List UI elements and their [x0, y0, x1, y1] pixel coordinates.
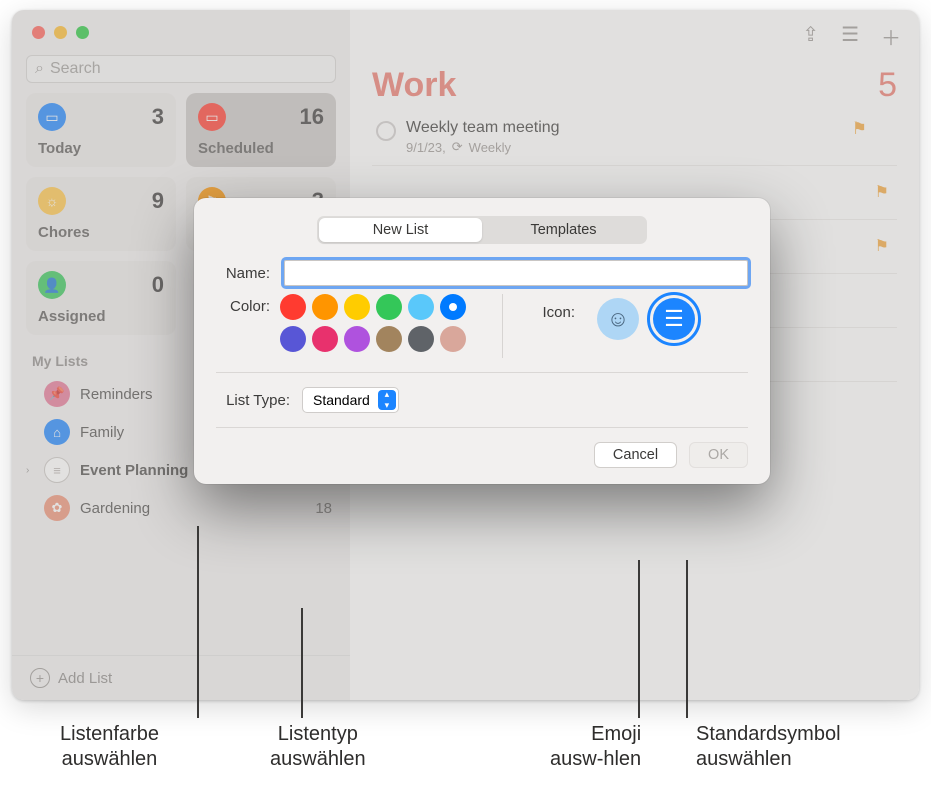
color-label: Color: — [216, 294, 270, 315]
default-symbol-button[interactable]: ☰ — [653, 298, 695, 340]
disclosure-icon[interactable]: › — [26, 465, 36, 476]
tab-new-list[interactable]: New List — [319, 218, 482, 242]
add-list-label: Add List — [58, 670, 112, 687]
reminder-title: Weekly team meeting — [406, 119, 560, 137]
cancel-button[interactable]: Cancel — [594, 442, 677, 468]
search-icon: ⌕ — [35, 60, 44, 78]
ok-button[interactable]: OK — [689, 442, 748, 468]
color-swatch[interactable] — [408, 326, 434, 352]
share-icon[interactable]: ⇪ — [802, 22, 819, 51]
color-swatch[interactable] — [280, 326, 306, 352]
window-controls — [12, 10, 350, 49]
list-count: 18 — [315, 500, 332, 517]
person-icon: 👤 — [38, 271, 66, 299]
color-swatch[interactable] — [312, 326, 338, 352]
calendar-icon: ▭ — [198, 103, 226, 131]
pin-icon: 📌 — [44, 381, 70, 407]
view-options-icon[interactable]: ☰ — [841, 22, 859, 51]
color-swatch[interactable] — [344, 326, 370, 352]
repeat-icon: ⟳ — [452, 139, 463, 155]
smart-today-count: 3 — [152, 104, 164, 130]
callout-text: Standardsymbol — [696, 723, 841, 745]
minimize-window[interactable] — [54, 26, 67, 39]
zoom-window[interactable] — [76, 26, 89, 39]
icon-label: Icon: — [531, 294, 575, 321]
callout-text: auswählen — [270, 748, 366, 770]
reminder-repeat: Weekly — [469, 140, 511, 155]
sun-icon: ☼ — [38, 187, 66, 215]
flower-icon: ✿ — [44, 495, 70, 521]
list-item[interactable]: ✿ Gardening 18 — [12, 489, 350, 527]
smart-scheduled-count: 16 — [300, 104, 324, 130]
sheet-tabs[interactable]: New List Templates — [317, 216, 647, 244]
color-swatch[interactable] — [408, 294, 434, 320]
reminder-row[interactable]: Weekly team meeting 9/1/23, ⟳ Weekly — [372, 105, 897, 166]
name-input[interactable] — [284, 260, 748, 286]
smart-scheduled[interactable]: ▭ 16 Scheduled — [186, 93, 336, 167]
color-swatch[interactable] — [376, 294, 402, 320]
callout-text: Listenfarbe — [60, 723, 159, 745]
callout-text: Listentyp — [278, 723, 358, 745]
add-list-button[interactable]: + Add List — [12, 655, 350, 700]
smart-assigned-label: Assigned — [38, 308, 164, 325]
list-type-select[interactable]: Standard ▴▾ — [302, 387, 399, 413]
smart-chores-count: 9 — [152, 188, 164, 214]
smart-assigned-count: 0 — [152, 272, 164, 298]
search-input[interactable]: ⌕ Search — [26, 55, 336, 83]
list-label: Event Planning — [80, 462, 188, 479]
folder-icon: ≡ — [44, 457, 70, 483]
divider — [216, 372, 748, 373]
smart-today[interactable]: ▭ 3 Today — [26, 93, 176, 167]
reminder-date: 9/1/23, — [406, 140, 446, 155]
tab-templates[interactable]: Templates — [482, 218, 645, 242]
close-window[interactable] — [32, 26, 45, 39]
list-type-label: List Type: — [216, 392, 290, 409]
color-swatch[interactable] — [344, 294, 370, 320]
chevron-updown-icon: ▴▾ — [378, 390, 396, 410]
toolbar: ⇪ ☰ ＋ — [802, 22, 901, 51]
page-count: 5 — [878, 66, 897, 105]
smart-today-label: Today — [38, 140, 164, 157]
color-swatch[interactable] — [376, 326, 402, 352]
house-icon: ⌂ — [44, 419, 70, 445]
page-title: Work — [372, 66, 456, 105]
color-swatch[interactable] — [440, 294, 466, 320]
color-swatch[interactable] — [312, 294, 338, 320]
list-label: Gardening — [80, 500, 150, 517]
smart-scheduled-label: Scheduled — [198, 140, 324, 157]
color-swatches — [280, 294, 468, 354]
add-icon[interactable]: ＋ — [881, 22, 901, 51]
callout-text: ausw-hlen — [550, 748, 641, 770]
smart-assigned[interactable]: 👤 0 Assigned — [26, 261, 176, 335]
callout-text: auswählen — [62, 748, 158, 770]
reminders-window: ⌕ Search ▭ 3 Today ▭ 16 Scheduled ☼ — [12, 10, 919, 700]
plus-icon: + — [30, 668, 50, 688]
new-list-sheet: New List Templates Name: Color: Icon: ☺ … — [194, 198, 770, 484]
complete-toggle[interactable] — [376, 121, 396, 141]
list-label: Reminders — [80, 386, 153, 403]
list-label: Family — [80, 424, 124, 441]
color-swatch[interactable] — [440, 326, 466, 352]
reminder-subtitle: 9/1/23, ⟳ Weekly — [406, 139, 560, 155]
color-swatch[interactable] — [280, 294, 306, 320]
callout-text: Emoji — [591, 723, 641, 745]
smart-chores[interactable]: ☼ 9 Chores — [26, 177, 176, 251]
divider — [216, 427, 748, 428]
name-label: Name: — [216, 265, 270, 282]
callout-text: auswählen — [696, 748, 792, 770]
smart-chores-label: Chores — [38, 224, 164, 241]
divider — [502, 294, 503, 358]
emoji-icon-button[interactable]: ☺ — [597, 298, 639, 340]
calendar-icon: ▭ — [38, 103, 66, 131]
search-placeholder: Search — [50, 60, 101, 78]
list-type-value: Standard — [313, 392, 370, 408]
